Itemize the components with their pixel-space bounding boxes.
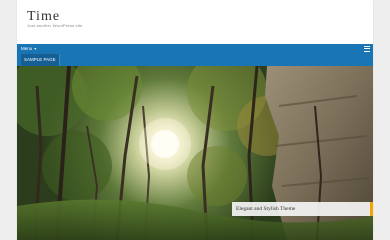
menu-toggle[interactable]: Menu ▾ — [21, 46, 36, 51]
secondary-menu-bar: SAMPLE PAGE — [17, 54, 373, 66]
nav-item-sample-page[interactable]: SAMPLE PAGE — [21, 54, 60, 66]
main-menu-bar: Menu ▾ — [17, 44, 373, 54]
hamburger-menu-icon[interactable] — [364, 46, 370, 52]
slide-caption: Elegant and Stylish Theme — [232, 202, 373, 216]
site-header: Time Just another WordPress site — [17, 0, 373, 44]
page-container: Time Just another WordPress site Menu ▾ S… — [17, 0, 373, 240]
menu-label: Menu — [21, 46, 33, 51]
hero-slider: Elegant and Stylish Theme — [17, 66, 373, 240]
chevron-down-icon: ▾ — [34, 46, 37, 51]
site-tagline: Just another WordPress site — [27, 23, 83, 28]
slide-caption-text: Elegant and Stylish Theme — [236, 206, 296, 212]
